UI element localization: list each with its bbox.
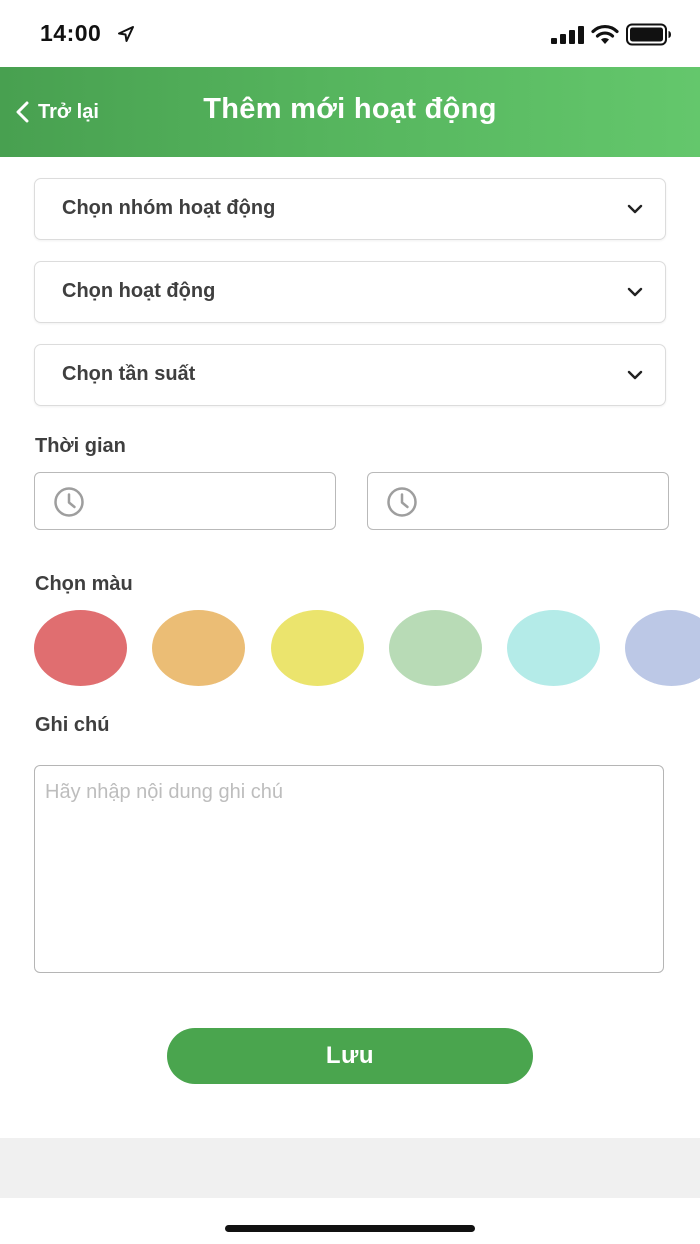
- start-time-field[interactable]: [34, 472, 336, 530]
- activity-group-select[interactable]: Chọn nhóm hoạt động: [34, 178, 666, 240]
- color-option-yellow[interactable]: [271, 610, 364, 686]
- nav-bar: Trở lại Thêm mới hoạt động: [0, 67, 700, 157]
- color-option-green[interactable]: [389, 610, 482, 686]
- color-option-red[interactable]: [34, 610, 127, 686]
- chevron-down-icon: [627, 204, 643, 214]
- bottom-divider-area: [0, 1138, 700, 1198]
- chevron-down-icon: [627, 287, 643, 297]
- page-title: Thêm mới hoạt động: [203, 93, 497, 125]
- save-button[interactable]: Lưu: [167, 1028, 533, 1084]
- time-section-label: Thời gian: [35, 435, 126, 457]
- status-bar: 14:00: [0, 0, 700, 67]
- color-option-blue[interactable]: [625, 610, 700, 686]
- color-section-label: Chọn màu: [35, 573, 133, 595]
- end-time-field[interactable]: [367, 472, 669, 530]
- status-time: 14:00: [40, 20, 102, 46]
- battery-icon: [626, 23, 671, 46]
- home-indicator[interactable]: [225, 1225, 475, 1232]
- chevron-down-icon: [627, 370, 643, 380]
- color-option-cyan[interactable]: [507, 610, 600, 686]
- cellular-signal-icon: [551, 26, 584, 44]
- activity-select-label: Chọn hoạt động: [62, 280, 216, 302]
- activity-group-select-label: Chọn nhóm hoạt động: [62, 197, 276, 219]
- clock-icon: [54, 487, 84, 517]
- note-section-label: Ghi chú: [35, 714, 110, 736]
- wifi-icon: [591, 24, 619, 44]
- clock-icon: [387, 487, 417, 517]
- note-textarea[interactable]: [34, 765, 664, 973]
- frequency-select-label: Chọn tần suất: [62, 363, 196, 385]
- frequency-select[interactable]: Chọn tần suất: [34, 344, 666, 406]
- color-option-orange[interactable]: [152, 610, 245, 686]
- activity-select[interactable]: Chọn hoạt động: [34, 261, 666, 323]
- location-arrow-icon: [118, 26, 134, 42]
